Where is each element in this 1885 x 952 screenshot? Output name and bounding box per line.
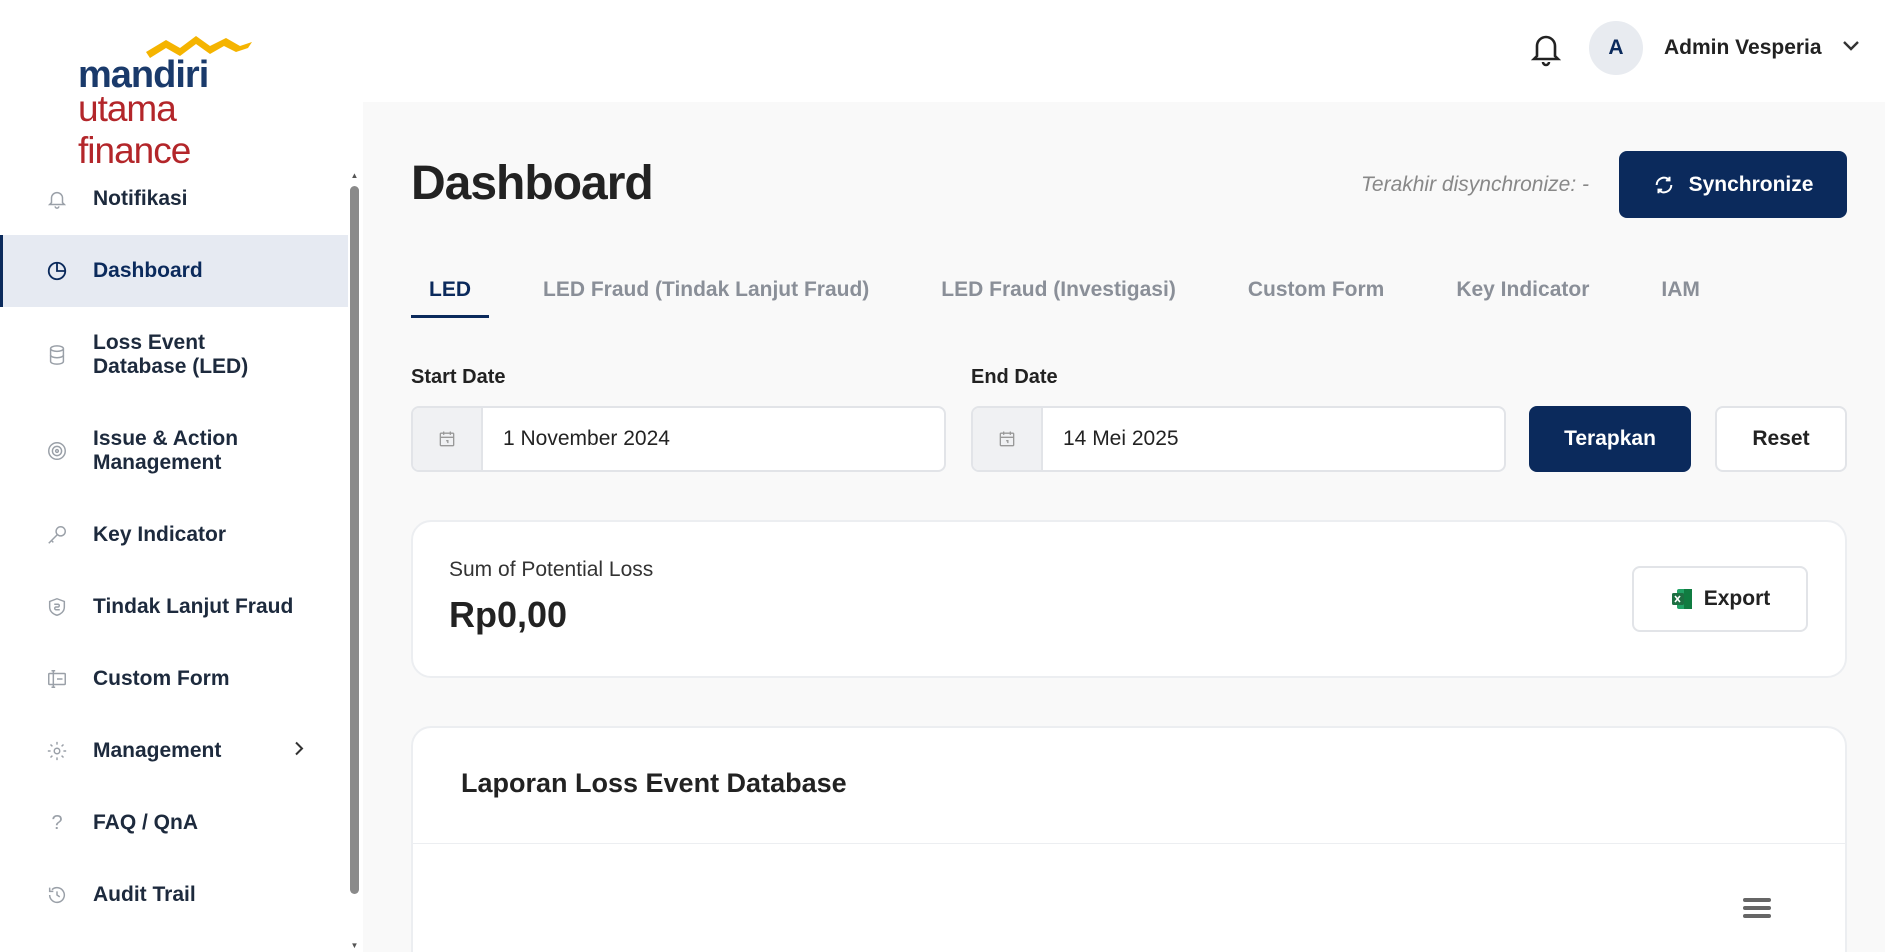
database-icon [45,343,69,367]
sidebar-item-label: Dashboard [93,259,203,282]
sidebar-item-label: Key Indicator [93,523,227,546]
report-card: Laporan Loss Event Database [411,726,1847,952]
end-date-field[interactable]: 14 Mei 2025 [971,406,1506,472]
logo-text-utama-finance: utama finance [78,88,191,171]
scroll-up-arrow-icon[interactable]: ▲ [350,170,359,180]
sidebar-item-label: Loss Event Database (LED) [93,331,249,378]
sidebar-item-issue-action[interactable]: Issue & Action Management [0,403,348,499]
history-icon [45,883,69,907]
key-icon [45,523,69,547]
sidebar-scrollbar[interactable]: ▲ ▼ [350,170,359,950]
tab-led-fraud-tindak-lanjut[interactable]: LED Fraud (Tindak Lanjut Fraud) [525,272,887,318]
hamburger-menu-icon[interactable] [1743,898,1771,920]
export-label: Export [1703,587,1771,610]
potential-loss-value: Rp0,00 [449,594,568,635]
tab-led[interactable]: LED [411,272,489,318]
export-button[interactable]: Export [1632,566,1808,632]
sidebar-item-faq[interactable]: ? FAQ / QnA [0,787,348,859]
sidebar-item-label: Tindak Lanjut Fraud [93,595,294,618]
sidebar-item-tindak-lanjut-fraud[interactable]: Tindak Lanjut Fraud [0,571,348,643]
excel-icon [1671,589,1692,609]
sidebar-item-label: Audit Trail [93,883,196,906]
sidebar-item-label: Issue & Action Management [93,427,239,474]
potential-loss-label: Sum of Potential Loss [449,558,654,581]
sidebar-item-label: Management [93,739,222,762]
refresh-icon [1655,176,1672,193]
bell-icon [45,187,69,211]
avatar[interactable]: A [1589,21,1643,75]
sidebar-item-led[interactable]: Loss Event Database (LED) [0,307,348,403]
shield-dollar-icon [45,595,69,619]
form-icon [45,667,69,691]
tab-custom-form[interactable]: Custom Form [1230,272,1403,318]
synchronize-label: Synchronize [1688,172,1814,196]
sidebar-item-key-indicator[interactable]: Key Indicator [0,499,348,571]
sidebar-item-notifikasi[interactable]: Notifikasi [0,163,348,235]
potential-loss-card: Sum of Potential Loss Rp0,00 Export [411,520,1847,678]
sidebar: mandiri utama finance Notifikasi Dashboa… [0,0,363,952]
sidebar-nav: Notifikasi Dashboard Loss Event Database… [0,163,348,931]
gear-icon [45,739,69,763]
notification-bell-icon[interactable] [1530,31,1562,67]
tab-led-fraud-investigasi[interactable]: LED Fraud (Investigasi) [923,272,1194,318]
start-date-value: 1 November 2024 [503,427,670,450]
scroll-thumb[interactable] [350,186,359,894]
end-date-label: End Date [971,366,1058,388]
report-divider [413,843,1845,844]
company-logo[interactable]: mandiri utama finance [78,34,288,171]
chevron-down-icon[interactable] [1841,38,1861,57]
sidebar-item-label: Notifikasi [93,187,188,210]
scroll-down-arrow-icon[interactable]: ▼ [350,940,359,950]
sidebar-item-label: Custom Form [93,667,230,690]
top-bar: A Admin Vesperia [363,0,1885,102]
tab-iam[interactable]: IAM [1643,272,1718,318]
pie-chart-icon [45,259,69,283]
page-title: Dashboard [411,157,654,210]
tab-key-indicator[interactable]: Key Indicator [1438,272,1607,318]
sidebar-item-label: FAQ / QnA [93,811,198,834]
apply-button[interactable]: Terapkan [1529,406,1691,472]
sidebar-item-audit-trail[interactable]: Audit Trail [0,859,348,931]
sidebar-item-dashboard[interactable]: Dashboard [0,235,348,307]
calendar-icon [973,408,1043,470]
sync-status-text: Terakhir disynchronize: - [1361,173,1589,196]
question-icon: ? [51,811,63,834]
start-date-label: Start Date [411,366,506,388]
report-title: Laporan Loss Event Database [461,768,847,798]
chevron-right-icon [292,740,306,763]
tab-bar: LED LED Fraud (Tindak Lanjut Fraud) LED … [411,272,1754,318]
start-date-field[interactable]: 1 November 2024 [411,406,946,472]
main-content: Dashboard Terakhir disynchronize: - Sync… [363,102,1885,952]
end-date-value: 14 Mei 2025 [1063,427,1179,450]
reset-button[interactable]: Reset [1715,406,1847,472]
synchronize-button[interactable]: Synchronize [1619,151,1847,218]
sidebar-item-custom-form[interactable]: Custom Form [0,643,348,715]
user-name[interactable]: Admin Vesperia [1664,36,1822,60]
target-icon [45,439,69,463]
calendar-icon [413,408,483,470]
sidebar-item-management[interactable]: Management [0,715,348,787]
